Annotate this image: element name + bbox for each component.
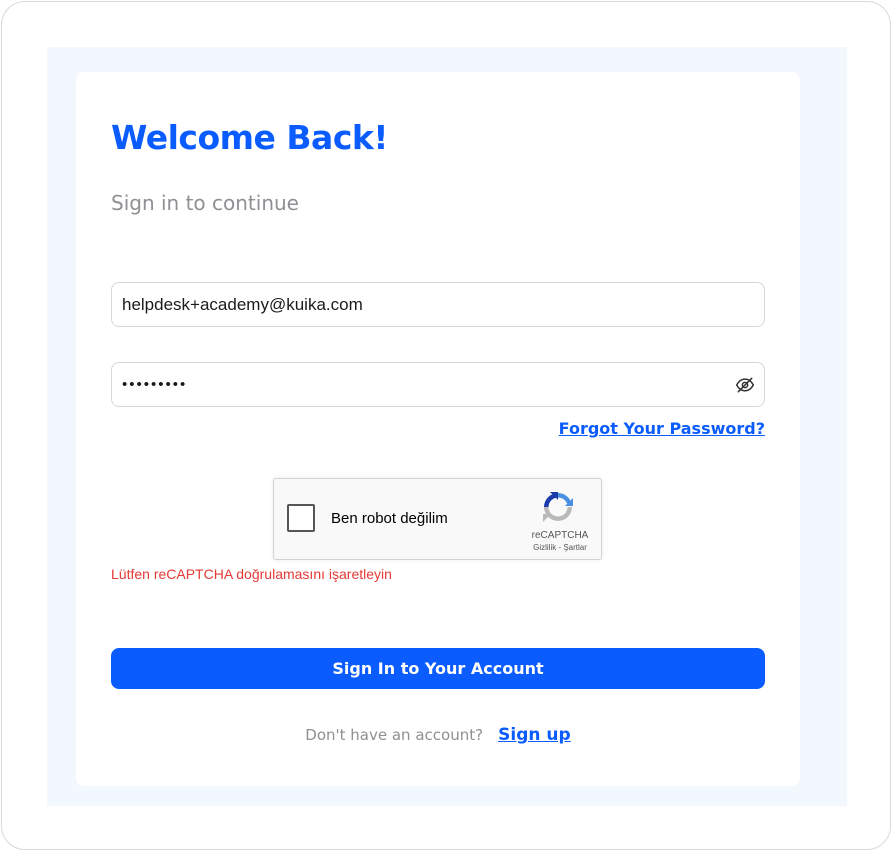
recaptcha-brand: reCAPTCHA — [531, 530, 589, 541]
recaptcha-error-message: Lütfen reCAPTCHA doğrulamasını işaretley… — [111, 566, 392, 582]
forgot-password-link[interactable]: Forgot Your Password? — [559, 419, 765, 438]
recaptcha-checkbox-label: Ben robot değilim — [331, 510, 448, 527]
password-field-container — [111, 362, 765, 407]
sign-up-link[interactable]: Sign up — [498, 725, 571, 745]
eye-off-icon[interactable] — [735, 375, 755, 395]
recaptcha-terms-link[interactable]: Gizlilik - Şartlar — [522, 543, 598, 552]
password-field[interactable] — [122, 363, 722, 406]
signup-row: Don't have an account? Sign up — [111, 725, 765, 745]
sign-in-button[interactable]: Sign In to Your Account — [111, 648, 765, 689]
signup-prompt: Don't have an account? — [305, 726, 484, 744]
email-field-container — [111, 282, 765, 327]
recaptcha-logo-icon — [540, 489, 576, 525]
email-field[interactable] — [122, 283, 722, 326]
page-subtitle: Sign in to continue — [111, 191, 299, 215]
recaptcha-checkbox[interactable] — [287, 504, 315, 532]
recaptcha-widget: Ben robot değilim reCAPTCHA Gizlilik - Ş… — [273, 478, 602, 560]
page-title: Welcome Back! — [111, 118, 388, 157]
